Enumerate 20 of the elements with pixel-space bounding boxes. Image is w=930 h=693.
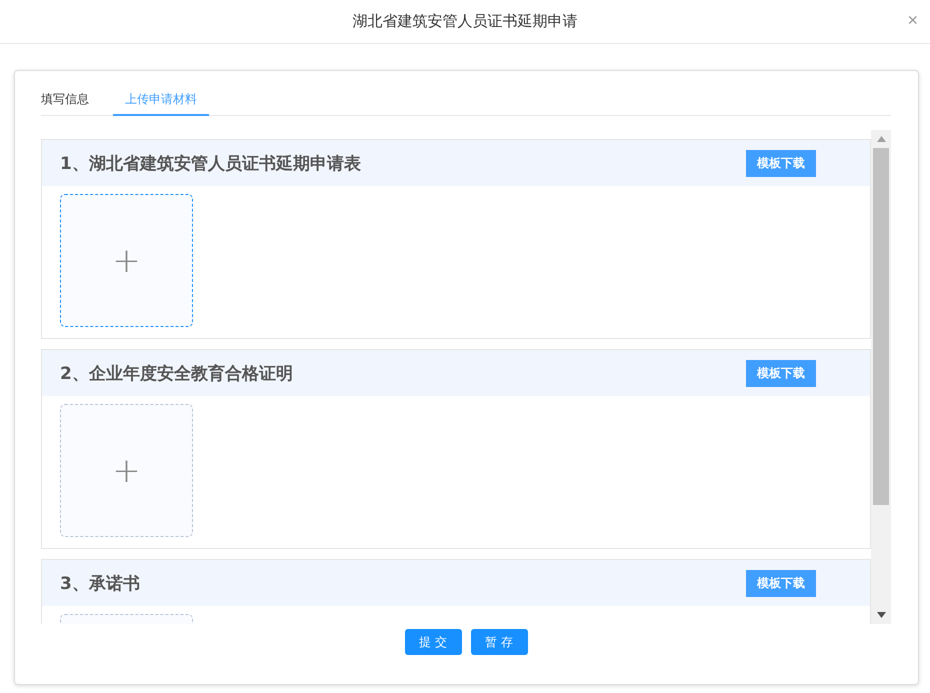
section-title: 3、承诺书 — [60, 572, 140, 594]
upload-box[interactable]: + — [60, 404, 193, 537]
close-button[interactable]: × — [907, 10, 918, 31]
upload-box[interactable]: + — [60, 194, 193, 327]
scrollbar[interactable] — [871, 130, 891, 624]
tab[interactable]: 填写信息 — [41, 85, 101, 116]
section-title: 1、湖北省建筑安管人员证书延期申请表 — [60, 152, 361, 174]
template-download-button[interactable]: 模板下载 — [746, 360, 816, 386]
tab[interactable]: 上传申请材料 — [113, 85, 209, 116]
form-button[interactable]: 提 交 — [404, 629, 462, 655]
form-button[interactable]: 暂 存 — [470, 629, 528, 655]
scroll-down-icon[interactable] — [876, 612, 886, 618]
scroll-up-icon[interactable] — [876, 136, 886, 142]
plus-icon: + — [112, 240, 141, 280]
template-download-button[interactable]: 模板下载 — [746, 570, 816, 596]
plus-icon: + — [112, 450, 141, 490]
template-download-button[interactable]: 模板下载 — [746, 150, 816, 176]
section-title: 2、企业年度安全教育合格证明 — [60, 362, 293, 384]
scrollbar-thumb[interactable] — [873, 148, 889, 505]
dialog-title: 湖北省建筑安管人员证书延期申请 — [352, 12, 578, 31]
